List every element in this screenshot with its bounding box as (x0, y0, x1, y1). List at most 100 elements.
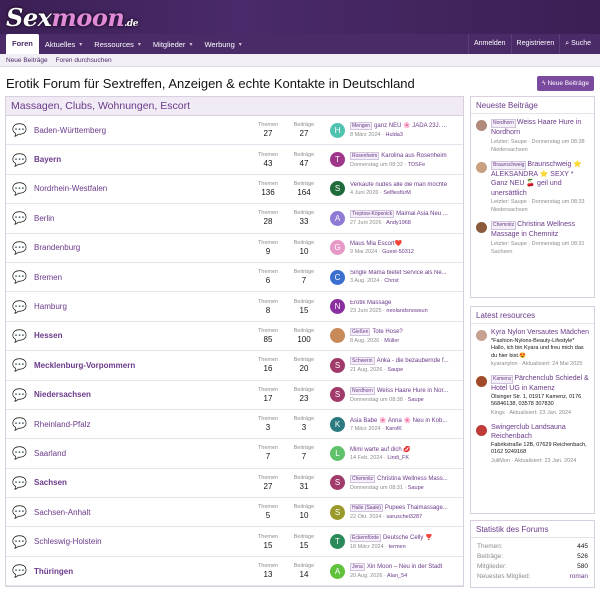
last-post-title[interactable]: Xin Moon – Neu in der Stadt (367, 564, 442, 570)
resource-title[interactable]: Kyra Nylon Versautes Mädchen (491, 329, 589, 336)
avatar[interactable]: S (330, 504, 345, 520)
forum-name[interactable]: Bremen (28, 273, 250, 282)
last-post-title[interactable]: Single Mama bietet Service als Ne... (350, 270, 447, 276)
avatar[interactable]: N (330, 299, 345, 315)
recent-posts-title[interactable]: Neueste Beiträge (471, 97, 594, 114)
recent-post-item[interactable]: Nordhorn Weiss Haare Hure in Nordhorn Letz… (471, 114, 594, 156)
avatar[interactable] (330, 328, 345, 344)
last-post-title[interactable]: Maimai Asia Neu ... (396, 211, 448, 217)
tab-ressources[interactable]: Ressources ▾ (88, 36, 147, 54)
last-post-user[interactable]: Saupe (408, 485, 424, 491)
resource-icon[interactable] (476, 330, 487, 341)
forum-name[interactable]: Saarland (28, 449, 250, 458)
thread-prefix[interactable]: Gießen (350, 327, 371, 336)
last-post-title[interactable]: Deutsche Celly ❣️ (383, 535, 433, 541)
avatar[interactable]: K (330, 416, 345, 432)
forum-row[interactable]: 💬 Berlin Themen 28 Beiträge 33 A Treptow-Köpeni… (6, 204, 463, 234)
thread-prefix[interactable]: Eckernförde (350, 533, 381, 542)
forum-row[interactable]: 💬 Bremen Themen 6 Beiträge 7 C Single Mama biet… (6, 263, 463, 293)
chevron-down-icon[interactable]: ▾ (79, 36, 82, 54)
last-post-user[interactable]: Andy1968 (386, 220, 411, 226)
forum-name[interactable]: Niedersachsen (28, 390, 250, 399)
chevron-down-icon[interactable]: ▾ (138, 36, 141, 54)
avatar[interactable]: S (330, 475, 345, 491)
tab-foren[interactable]: Foren (6, 34, 39, 54)
forum-name[interactable]: Bayern (28, 155, 250, 164)
avatar[interactable]: G (330, 240, 345, 256)
thread-prefix[interactable]: Chemnitz (350, 474, 376, 483)
last-post-title[interactable]: Mimi warte auf dich 💋 (350, 447, 411, 453)
thread-prefix[interactable]: Mengen (350, 122, 373, 131)
last-post-user[interactable]: Alan_54 (387, 573, 407, 579)
last-post-user[interactable]: Müller (384, 338, 399, 344)
recent-post-item[interactable]: Braunschweig Braunschweig ⭐ ALEKSANDRA ⭐ … (471, 156, 594, 217)
login-link[interactable]: Anmelden (467, 34, 511, 54)
last-post-user[interactable]: Saupe (408, 397, 424, 403)
tab-aktuelles[interactable]: Aktuelles ▾ (39, 36, 88, 54)
forum-row[interactable]: 💬 Bayern Themen 43 Beiträge 47 T Rosenheim Karol… (6, 145, 463, 175)
register-link[interactable]: Registrieren (510, 34, 560, 54)
avatar[interactable]: C (330, 269, 345, 285)
resource-item[interactable]: Kamenz Pärchenclub Schiedel & Hotel UG in… (471, 370, 594, 419)
forum-name[interactable]: Nordrhein-Westfalen (28, 184, 250, 193)
last-post-title[interactable]: Asia Babe 🌸 Anna 🌸 Neu in Kob... (350, 418, 447, 424)
forum-name[interactable]: Hamburg (28, 302, 250, 311)
recent-post-forum[interactable]: Sachsen (491, 248, 590, 256)
new-posts-button[interactable]: ϟ Neue Beiträge (537, 76, 594, 91)
avatar[interactable]: A (330, 563, 345, 579)
forum-row[interactable]: 💬 Nordrhein-Westfalen Themen 136 Beiträge 164… (6, 175, 463, 205)
resource-title[interactable]: Swingerclub Landsauna Reichenbach (491, 424, 566, 441)
avatar[interactable] (476, 161, 487, 173)
forum-name[interactable]: Mecklenburg-Vorpommern (28, 361, 250, 370)
last-post-user[interactable]: saruschel3287 (386, 514, 422, 520)
thread-prefix[interactable]: Nordhorn (350, 386, 375, 395)
category-title[interactable]: Massagen, Clubs, Wohnungen, Escort (6, 97, 463, 116)
forum-name[interactable]: Sachsen-Anhalt (28, 508, 250, 517)
thread-prefix[interactable]: Schwerin (350, 357, 375, 366)
forum-row[interactable]: 💬 Thüringen Themen 13 Beiträge 14 A Jena Xin Moo… (6, 557, 463, 587)
last-post-title[interactable]: Anka - die bezaubernde f... (377, 358, 449, 364)
last-post-user[interactable]: SelfiesfürM (383, 190, 411, 196)
last-post-title[interactable]: Karolina aus Rosenheim (381, 153, 446, 159)
avatar[interactable]: A (330, 210, 345, 226)
latest-resources-title[interactable]: Latest resources (471, 307, 594, 324)
thread-prefix[interactable]: Jena (350, 563, 365, 572)
thread-prefix[interactable]: Treptow-Köpenick (350, 210, 395, 219)
last-post-title[interactable]: ganz NEU 🌸 JADA 23J. ... (374, 123, 447, 129)
last-post-title[interactable]: Verkaufe nudes alle die man möchte (350, 182, 447, 188)
forum-name[interactable]: Brandenburg (28, 243, 250, 252)
site-logo[interactable]: Sexmoon.de (6, 3, 138, 32)
last-post-user[interactable]: termen (389, 544, 406, 550)
forum-name[interactable]: Sachsen (28, 478, 250, 487)
last-post-user[interactable]: Hulda3 (385, 132, 402, 138)
avatar[interactable]: T (330, 534, 345, 550)
avatar[interactable] (476, 222, 487, 233)
forum-row[interactable]: 💬 Niedersachsen Themen 17 Beiträge 23 S Nordhor… (6, 381, 463, 410)
avatar[interactable]: S (330, 387, 345, 403)
last-post-user[interactable]: Christ (384, 278, 398, 284)
thread-prefix[interactable]: Nordhorn (491, 119, 516, 128)
thread-prefix[interactable]: Chemnitz (491, 221, 517, 230)
avatar[interactable]: S (330, 357, 345, 373)
tab-werbung[interactable]: Werbung ▾ (198, 36, 247, 54)
forum-row[interactable]: 💬 Schleswig-Holstein Themen 15 Beiträge 15 T Ec… (6, 527, 463, 557)
forum-name[interactable]: Schleswig-Holstein (28, 537, 250, 546)
chevron-down-icon[interactable]: ▾ (189, 36, 192, 54)
last-post-title[interactable]: Christina Wellness Mass... (377, 476, 448, 482)
resource-icon[interactable] (476, 376, 487, 387)
forum-name[interactable]: Hessen (28, 331, 250, 340)
forum-row[interactable]: 💬 Mecklenburg-Vorpommern Themen 16 Beiträge 2… (6, 351, 463, 381)
resource-item[interactable]: Kyra Nylon Versautes Mädchen *Fashion-Nyl… (471, 324, 594, 370)
avatar[interactable] (476, 120, 487, 131)
forum-row[interactable]: 💬 Hessen Themen 85 Beiträge 100 Gießen Tote Hos… (6, 322, 463, 352)
last-post-title[interactable]: Erotik Massage (350, 300, 391, 306)
forum-name[interactable]: Berlin (28, 214, 250, 223)
avatar[interactable]: T (330, 152, 345, 168)
search-forums-link[interactable]: Foren durchsuchen (56, 57, 112, 64)
search-link[interactable]: ⌕ Suche (559, 34, 596, 54)
forum-name[interactable]: Rheinland-Pfalz (28, 420, 250, 429)
resource-item[interactable]: Swingerclub Landsauna Reichenbach Fabriks… (471, 419, 594, 467)
tab-mitglieder[interactable]: Mitglieder ▾ (147, 36, 199, 54)
forum-row[interactable]: 💬 Brandenburg Themen 9 Beiträge 10 G Maus Mia E… (6, 234, 463, 263)
resource-prefix[interactable]: Kamenz (491, 375, 514, 384)
